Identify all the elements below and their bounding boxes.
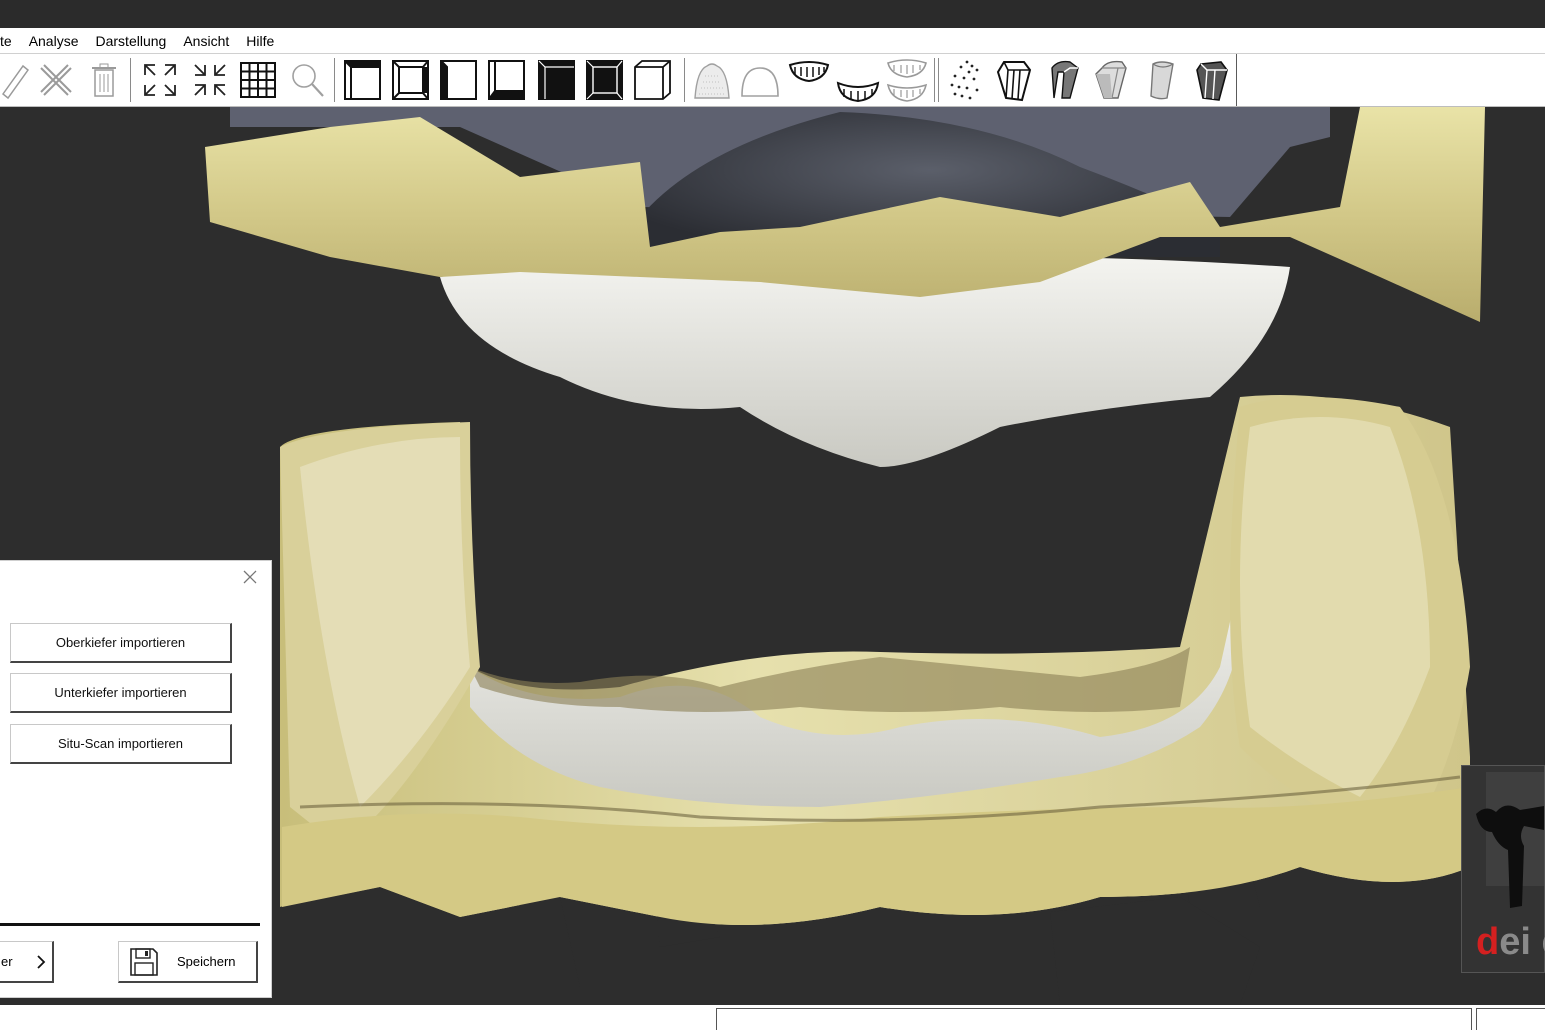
menu-item-analyse[interactable]: Analyse bbox=[21, 33, 88, 49]
view-cube-front-icon[interactable] bbox=[340, 54, 386, 106]
die-3-icon[interactable] bbox=[1090, 54, 1134, 106]
view-cube-back-icon[interactable] bbox=[534, 54, 580, 106]
panel-divider bbox=[0, 923, 260, 926]
die-5-icon[interactable] bbox=[1188, 54, 1234, 106]
status-field-main bbox=[716, 1008, 1472, 1030]
expand-icon[interactable] bbox=[138, 54, 182, 106]
die-2-icon[interactable] bbox=[1042, 54, 1086, 106]
status-field-right bbox=[1476, 1008, 1545, 1030]
import-panel: Oberkiefer importieren Unterkiefer impor… bbox=[0, 560, 272, 998]
import-situ-scan-button[interactable]: Situ-Scan importieren bbox=[10, 724, 232, 764]
pointcloud-icon[interactable] bbox=[944, 54, 986, 106]
logo-text-red: d bbox=[1476, 921, 1500, 963]
logo-text: ei e bbox=[1499, 921, 1545, 963]
view-cube-top-icon[interactable] bbox=[388, 54, 434, 106]
close-icon[interactable] bbox=[242, 569, 258, 585]
brand-logo: dei e bbox=[1461, 765, 1545, 973]
view-cube-bottom-icon[interactable] bbox=[582, 54, 628, 106]
jaw-outline-icon[interactable] bbox=[738, 54, 782, 106]
menu-item-hilfe[interactable]: Hilfe bbox=[238, 33, 283, 49]
ruler-icon[interactable] bbox=[0, 54, 30, 106]
grid-icon[interactable] bbox=[236, 54, 280, 106]
measure-tools-icon[interactable] bbox=[34, 54, 78, 106]
save-button[interactable]: Speichern bbox=[118, 941, 258, 983]
import-lower-jaw-button[interactable]: Unterkiefer importieren bbox=[10, 673, 232, 713]
die-icon[interactable] bbox=[992, 54, 1036, 106]
menu-bar: te Analyse Darstellung Ansicht Hilfe bbox=[0, 28, 1545, 54]
view-cube-left-icon[interactable] bbox=[436, 54, 482, 106]
menu-item-darstellung[interactable]: Darstellung bbox=[88, 33, 176, 49]
zoom-icon[interactable] bbox=[286, 54, 328, 106]
next-button-label: er bbox=[1, 954, 13, 969]
both-teeth-icon[interactable] bbox=[884, 54, 930, 106]
menu-item-ansicht[interactable]: Ansicht bbox=[175, 33, 238, 49]
trash-icon[interactable] bbox=[84, 54, 124, 106]
menu-item-partial[interactable]: te bbox=[0, 33, 21, 49]
toolbar bbox=[0, 54, 1545, 107]
import-upper-jaw-button[interactable]: Oberkiefer importieren bbox=[10, 623, 232, 663]
jaw-dotted-icon[interactable] bbox=[690, 54, 734, 106]
collapse-icon[interactable] bbox=[188, 54, 232, 106]
view-cube-right-icon[interactable] bbox=[484, 54, 530, 106]
chevron-right-icon bbox=[36, 954, 45, 969]
next-button[interactable]: er bbox=[0, 941, 54, 983]
window-titlebar bbox=[0, 0, 1545, 28]
floppy-disk-icon bbox=[130, 947, 158, 976]
save-button-label: Speichern bbox=[177, 954, 236, 969]
die-4-icon[interactable] bbox=[1138, 54, 1184, 106]
upper-teeth-icon[interactable] bbox=[786, 46, 832, 98]
view-cube-iso-icon[interactable] bbox=[630, 54, 676, 106]
